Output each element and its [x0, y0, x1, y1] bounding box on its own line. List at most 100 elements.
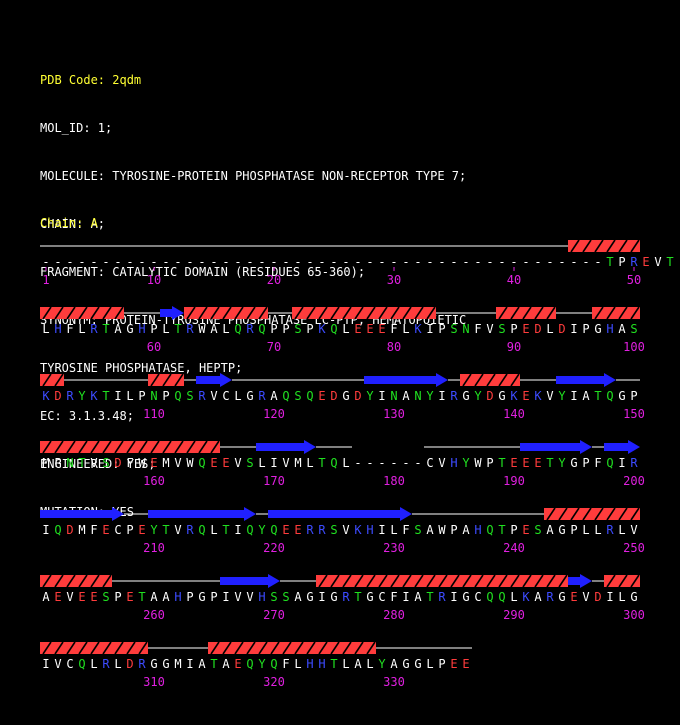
residue: P [306, 322, 313, 336]
residue: G [618, 389, 625, 403]
position-number: 140 [503, 407, 525, 421]
position-number: 10 [147, 273, 161, 287]
residue: P [582, 322, 589, 336]
residue: W [198, 322, 206, 336]
residue: N [66, 456, 73, 470]
sequence-row-1: ----------------------------------------… [40, 239, 674, 287]
residue: S [414, 523, 421, 537]
residue: A [294, 590, 302, 604]
position-number: 180 [383, 474, 405, 488]
residue: L [294, 657, 301, 671]
strand-arrow [256, 440, 316, 454]
residue: E [90, 590, 97, 604]
residue: E [234, 657, 241, 671]
residue: Q [198, 523, 205, 537]
helix-ribbon [40, 373, 64, 387]
residue: C [222, 389, 229, 403]
residue: H [450, 456, 457, 470]
residue: M [162, 456, 169, 470]
residue: I [114, 389, 121, 403]
residue: F [66, 322, 73, 336]
residue: V [486, 322, 493, 336]
residue: P [186, 590, 193, 604]
strand-arrow [40, 507, 124, 521]
residue: - [378, 456, 385, 470]
residue: - [306, 255, 313, 269]
residue: N [414, 389, 421, 403]
residue: G [198, 590, 205, 604]
residue: M [174, 657, 181, 671]
residue: L [78, 322, 85, 336]
residue: P [150, 322, 157, 336]
residue: L [546, 322, 553, 336]
residue: C [114, 523, 121, 537]
residue: Y [258, 657, 266, 671]
residue: V [342, 523, 349, 537]
position-number: 120 [263, 407, 285, 421]
position-number: 70 [267, 340, 281, 354]
residue: G [162, 657, 169, 671]
residue: T [498, 456, 505, 470]
residue: L [390, 523, 397, 537]
residue: V [282, 456, 289, 470]
residue: L [234, 389, 241, 403]
residue: I [570, 389, 577, 403]
residue: - [282, 255, 289, 269]
residue: S [282, 590, 289, 604]
residue: Q [498, 590, 505, 604]
position-number: 330 [383, 675, 405, 689]
residue: C [66, 657, 73, 671]
residue: L [126, 389, 133, 403]
residue: Q [258, 322, 265, 336]
residue: G [594, 322, 601, 336]
residue: R [186, 322, 194, 336]
residue: F [474, 322, 481, 336]
residue: H [54, 322, 61, 336]
residue: D [354, 389, 361, 403]
residue: I [438, 389, 445, 403]
residue: L [366, 657, 373, 671]
residue: P [438, 322, 445, 336]
residue: - [138, 255, 145, 269]
residue: A [414, 590, 422, 604]
residue: - [222, 255, 229, 269]
residue: L [210, 523, 217, 537]
residue: P [270, 322, 277, 336]
residue: P [210, 590, 217, 604]
residue: - [342, 255, 349, 269]
residue: E [354, 322, 361, 336]
residue: L [42, 322, 49, 336]
residue: S [498, 322, 505, 336]
residue: - [102, 255, 109, 269]
residue: Y [378, 657, 386, 671]
residue: Y [366, 389, 374, 403]
residue: M [294, 456, 301, 470]
residue: G [558, 590, 565, 604]
residue: - [474, 255, 481, 269]
residue: I [426, 322, 433, 336]
residue: G [630, 590, 637, 604]
residue: E [102, 523, 109, 537]
residue: E [510, 456, 517, 470]
residue: T [546, 456, 553, 470]
residue: Q [486, 590, 493, 604]
residue: - [366, 255, 373, 269]
residue: A [270, 389, 278, 403]
residue: N [462, 322, 469, 336]
residue: T [102, 322, 109, 336]
residue: T [222, 523, 229, 537]
residue: R [102, 657, 110, 671]
residue: E [450, 657, 457, 671]
residue: P [282, 322, 289, 336]
residue: A [402, 389, 410, 403]
residue: G [462, 389, 469, 403]
residue: - [78, 255, 85, 269]
residue: - [414, 255, 421, 269]
residue: G [462, 590, 469, 604]
residue: T [330, 657, 337, 671]
residue: F [90, 523, 97, 537]
residue: G [306, 590, 313, 604]
residue: L [618, 590, 625, 604]
residue: L [222, 322, 229, 336]
residue: K [90, 389, 98, 403]
